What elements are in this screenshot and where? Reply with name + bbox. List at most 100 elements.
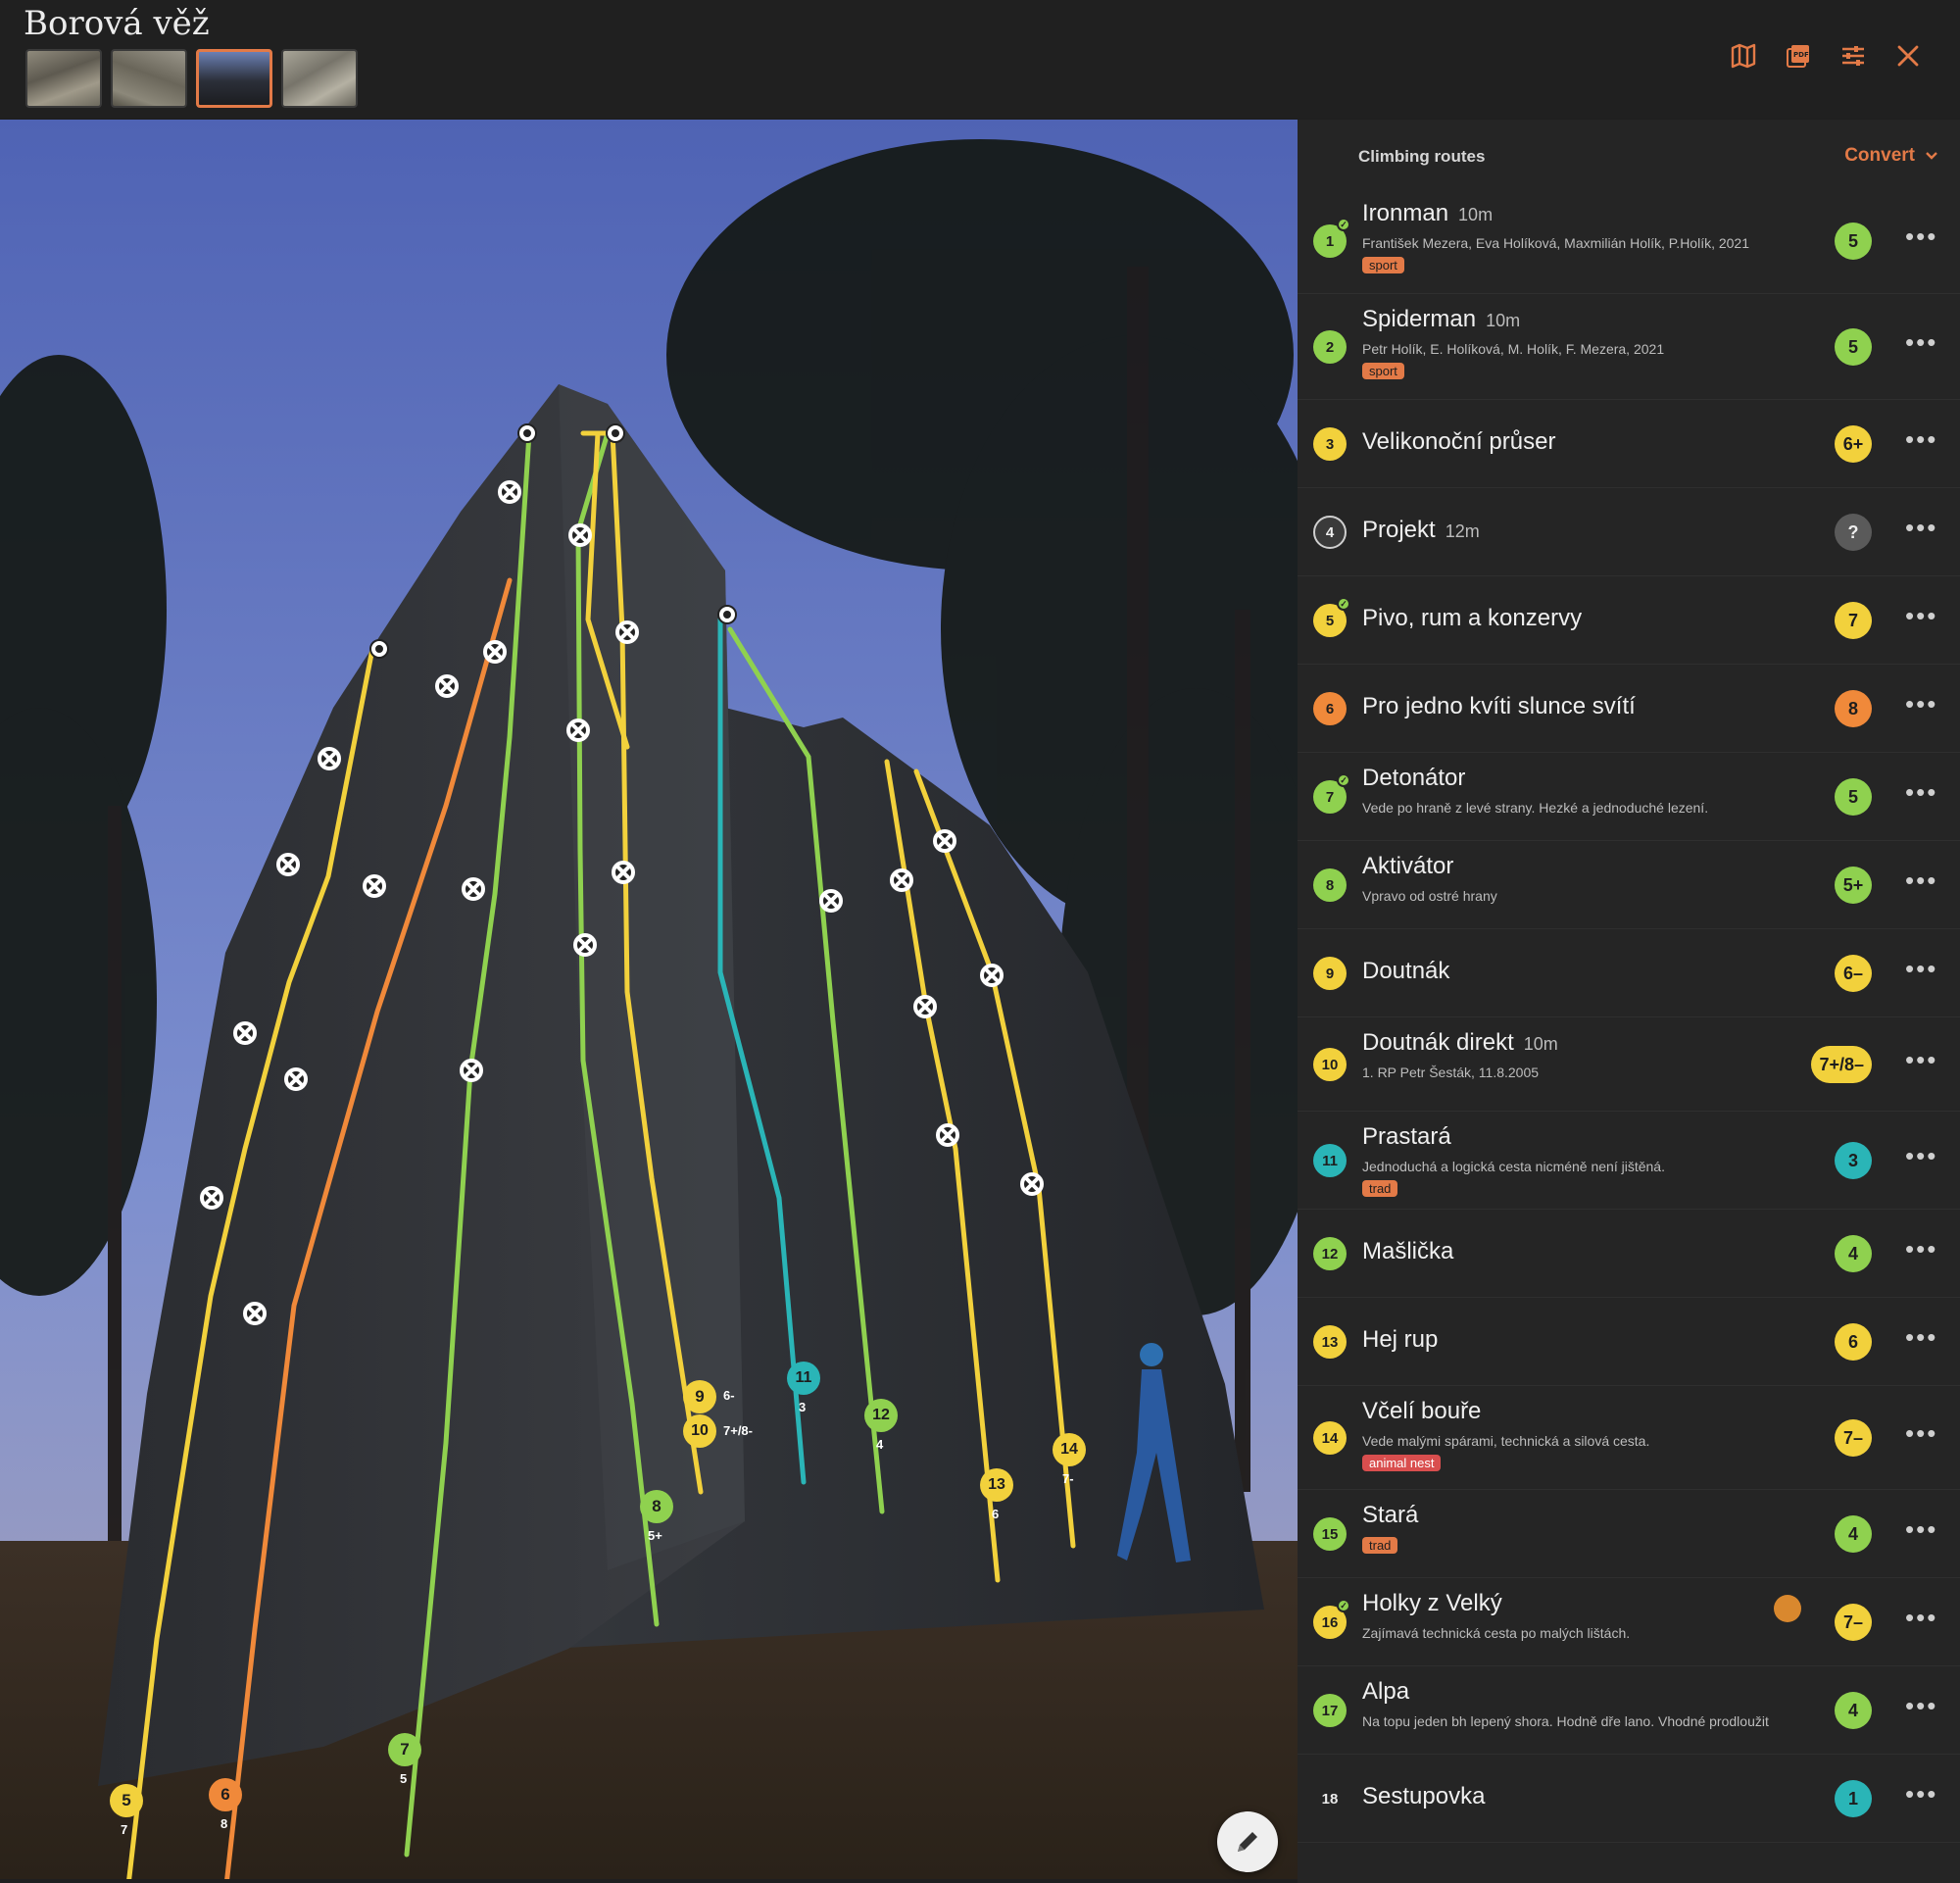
- routes-sidebar: Climbing routes Convert 1 ✓ Ironman 10m Fran…: [1298, 120, 1960, 1883]
- ticked-check-icon: ✓: [1337, 597, 1350, 611]
- edit-button[interactable]: [1217, 1811, 1278, 1872]
- topo-label-route-11[interactable]: 11: [787, 1362, 820, 1395]
- more-options-icon[interactable]: •••: [1905, 601, 1937, 631]
- topo-label-route-10[interactable]: 10: [683, 1414, 716, 1448]
- route-name: Hej rup: [1362, 1326, 1438, 1354]
- route-grade-badge: ?: [1835, 514, 1872, 551]
- topo-grade-route-8: 5+: [648, 1528, 662, 1543]
- convert-dropdown[interactable]: Convert: [1844, 145, 1938, 167]
- route-row[interactable]: 14 Včelí bouře Vede malými spárami, techni…: [1298, 1386, 1960, 1490]
- route-name-text: Doutnák direkt: [1362, 1029, 1514, 1056]
- more-options-icon[interactable]: •••: [1905, 327, 1937, 358]
- thumbnail-strip: [25, 49, 358, 108]
- topo-label-route-5[interactable]: 5: [110, 1784, 143, 1817]
- route-name-text: Stará: [1362, 1502, 1419, 1528]
- topo-label-route-6[interactable]: 6: [209, 1778, 242, 1811]
- route-grade-badge: 5: [1835, 778, 1872, 816]
- route-description: František Mezera, Eva Holíková, Maxmiliá…: [1362, 235, 1750, 251]
- more-options-icon[interactable]: •••: [1905, 1141, 1937, 1171]
- route-row[interactable]: 8 Aktivátor Vpravo od ostré hrany 5+ •••: [1298, 841, 1960, 929]
- thumbnail-4[interactable]: [281, 49, 358, 108]
- thumbnail-2[interactable]: [111, 49, 187, 108]
- route-grade-badge: 6+: [1835, 425, 1872, 463]
- route-description: Vede po hraně z levé strany. Hezké a jed…: [1362, 800, 1709, 816]
- route-row[interactable]: 18 Sestupovka 1 •••: [1298, 1755, 1960, 1843]
- sidebar-heading: Climbing routes: [1358, 147, 1486, 166]
- topo-label-route-14[interactable]: 14: [1053, 1433, 1086, 1466]
- topo-label-route-7[interactable]: 7: [388, 1733, 421, 1766]
- header-toolbar: PDF: [1729, 41, 1923, 71]
- close-icon[interactable]: [1893, 41, 1923, 71]
- more-options-icon[interactable]: •••: [1905, 954, 1937, 984]
- route-number-badge: 12: [1313, 1237, 1347, 1270]
- topo-label-route-12[interactable]: 12: [864, 1399, 898, 1432]
- more-options-icon[interactable]: •••: [1905, 1234, 1937, 1264]
- route-grade-badge: 7: [1835, 602, 1872, 639]
- route-row[interactable]: 3 Velikonoční průser 6+ •••: [1298, 400, 1960, 488]
- route-length: 10m: [1486, 311, 1521, 330]
- pdf-icon[interactable]: PDF: [1784, 41, 1813, 71]
- route-tag: sport: [1362, 257, 1404, 273]
- route-name-text: Spiderman: [1362, 306, 1477, 332]
- route-row[interactable]: 4 Projekt 12m? •••: [1298, 488, 1960, 576]
- route-row[interactable]: 12 Mašlička 4 •••: [1298, 1210, 1960, 1298]
- route-row[interactable]: 10 Doutnák direkt 10m 1. RP Petr Šesták, 11…: [1298, 1017, 1960, 1112]
- route-number-badge: 17: [1313, 1694, 1347, 1727]
- more-options-icon[interactable]: •••: [1905, 1045, 1937, 1075]
- topo-grade-route-12: 4: [876, 1437, 884, 1452]
- route-row[interactable]: 7 ✓ Detonátor Vede po hraně z levé strany. …: [1298, 753, 1960, 841]
- route-row[interactable]: 6 Pro jedno kvíti slunce svítí 8 •••: [1298, 665, 1960, 753]
- route-name-text: Velikonoční průser: [1362, 428, 1556, 455]
- topo-label-route-13[interactable]: 13: [980, 1468, 1013, 1502]
- route-row[interactable]: 5 ✓ Pivo, rum a konzervy 7 •••: [1298, 576, 1960, 665]
- route-row[interactable]: 15 Stará trad 4 •••: [1298, 1490, 1960, 1578]
- topo-grade-route-13: 6: [992, 1507, 1000, 1521]
- more-options-icon[interactable]: •••: [1905, 1779, 1937, 1809]
- more-options-icon[interactable]: •••: [1905, 1691, 1937, 1721]
- more-options-icon[interactable]: •••: [1905, 1514, 1937, 1545]
- ticked-check-icon: ✓: [1337, 773, 1350, 787]
- route-row[interactable]: 11 Prastará Jednoduchá a logická cesta nic…: [1298, 1112, 1960, 1210]
- more-options-icon[interactable]: •••: [1905, 689, 1937, 719]
- more-options-icon[interactable]: •••: [1905, 513, 1937, 543]
- more-options-icon[interactable]: •••: [1905, 1322, 1937, 1353]
- route-name-text: Sestupovka: [1362, 1783, 1486, 1809]
- topo-photo[interactable]: 5 7 6 8 7 5 8 5+ 9 6- 10 7+/8- 11 3 12 4…: [0, 120, 1298, 1879]
- topo-grade-route-11: 3: [799, 1400, 807, 1414]
- route-row[interactable]: 16 ✓ Holky z Velký Zajímavá technická cesta…: [1298, 1578, 1960, 1666]
- route-grade-badge: 7–: [1835, 1604, 1872, 1641]
- route-length: 10m: [1458, 205, 1494, 224]
- route-name-text: Detonátor: [1362, 765, 1466, 791]
- route-name: Alpa: [1362, 1678, 1409, 1706]
- route-name: Stará: [1362, 1502, 1418, 1529]
- map-icon[interactable]: [1729, 41, 1758, 71]
- route-tag: trad: [1362, 1180, 1398, 1197]
- pencil-icon: [1238, 1832, 1257, 1852]
- thumbnail-1[interactable]: [25, 49, 102, 108]
- route-grade-badge: 4: [1835, 1515, 1872, 1553]
- topo-label-route-8[interactable]: 8: [640, 1490, 673, 1523]
- more-options-icon[interactable]: •••: [1905, 1603, 1937, 1633]
- route-grade-badge: 6: [1835, 1323, 1872, 1361]
- route-description: Na topu jeden bh lepený shora. Hodně dře…: [1362, 1713, 1769, 1729]
- thumbnail-3-active[interactable]: [196, 49, 272, 108]
- route-row[interactable]: 1 ✓ Ironman 10m František Mezera, Eva Holíko…: [1298, 188, 1960, 294]
- route-name: Projekt 12m: [1362, 517, 1480, 544]
- route-row[interactable]: 2 Spiderman 10m Petr Holík, E. Holíková, M.…: [1298, 294, 1960, 400]
- more-options-icon[interactable]: •••: [1905, 222, 1937, 252]
- more-options-icon[interactable]: •••: [1905, 1418, 1937, 1449]
- route-grade-badge: 5: [1835, 223, 1872, 260]
- route-row[interactable]: 13 Hej rup 6 •••: [1298, 1298, 1960, 1386]
- user-avatar[interactable]: [1774, 1595, 1801, 1622]
- topo-label-route-9[interactable]: 9: [683, 1380, 716, 1413]
- route-number-badge: 18: [1321, 1790, 1339, 1808]
- more-options-icon[interactable]: •••: [1905, 866, 1937, 896]
- more-options-icon[interactable]: •••: [1905, 777, 1937, 808]
- route-row[interactable]: 9 Doutnák 6– •••: [1298, 929, 1960, 1017]
- route-row[interactable]: 17 Alpa Na topu jeden bh lepený shora. Hod…: [1298, 1666, 1960, 1755]
- route-number-badge: 13: [1313, 1325, 1347, 1359]
- settings-sliders-icon[interactable]: [1838, 41, 1868, 71]
- route-name: Holky z Velký: [1362, 1590, 1502, 1617]
- more-options-icon[interactable]: •••: [1905, 424, 1937, 455]
- route-description: 1. RP Petr Šesták, 11.8.2005: [1362, 1065, 1540, 1080]
